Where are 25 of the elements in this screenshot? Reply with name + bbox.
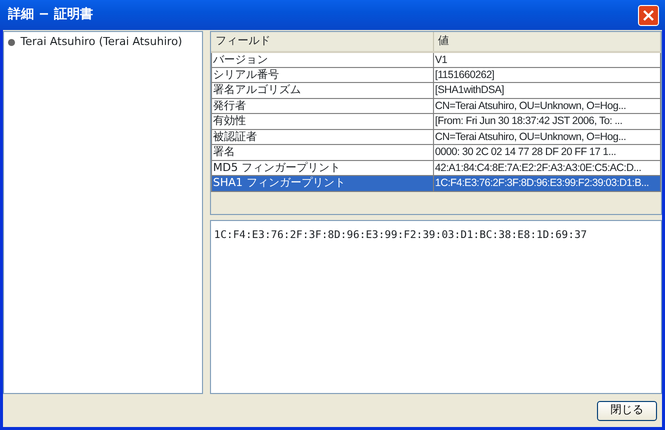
field-cell[interactable]: 署名	[212, 144, 434, 160]
value-cell[interactable]: [1151660262]	[434, 67, 660, 82]
field-cell[interactable]: 有効性	[212, 114, 434, 129]
close-icon	[642, 8, 655, 22]
field-cell[interactable]: 発行者	[212, 98, 434, 114]
value-cell[interactable]: [SHA1withDSA]	[434, 82, 660, 98]
detail-text-area[interactable]: 1C:F4:E3:76:2F:3F:8D:96:E3:99:F2:39:03:D1:BC:38:E8:1D:69:37	[210, 220, 662, 394]
close-button[interactable]	[638, 4, 659, 26]
column-header[interactable]: フィールド	[212, 32, 434, 52]
value-cell[interactable]: [From: Fri Jun 30 18:37:42 JST 2006, To: ...	[434, 114, 660, 129]
window-title: 詳細 − 証明書	[8, 6, 94, 24]
field-cell[interactable]: SHA1 フィンガープリント	[212, 176, 434, 191]
tree-item[interactable]: Terai Atsuhiro (Terai Atsuhiro)	[20, 34, 182, 50]
value-cell[interactable]: CN=Terai Atsuhiro, OU=Unknown, O=Hog...	[434, 129, 660, 144]
value-cell[interactable]: 0000: 30 2C 02 14 77 28 DF 20 FF 17 1...	[434, 144, 660, 160]
column-header[interactable]: 値	[434, 32, 660, 52]
field-cell[interactable]: シリアル番号	[212, 67, 434, 82]
bullet-icon	[8, 38, 15, 46]
value-cell[interactable]: CN=Terai Atsuhiro, OU=Unknown, O=Hog...	[434, 98, 660, 114]
value-cell[interactable]: 1C:F4:E3:76:2F:3F:8D:96:E3:99:F2:39:03:D1:B...	[434, 176, 660, 191]
close-dialog-button[interactable]: 閉じる	[597, 400, 657, 420]
value-cell[interactable]: 42:A1:84:C4:8E:7A:E2:2F:A3:A3:0E:C5:AC:D...	[434, 160, 660, 176]
field-cell[interactable]: MD5 フィンガープリント	[212, 160, 434, 176]
field-cell[interactable]: 被認証者	[212, 129, 434, 144]
field-cell[interactable]: 署名アルゴリズム	[212, 82, 434, 98]
